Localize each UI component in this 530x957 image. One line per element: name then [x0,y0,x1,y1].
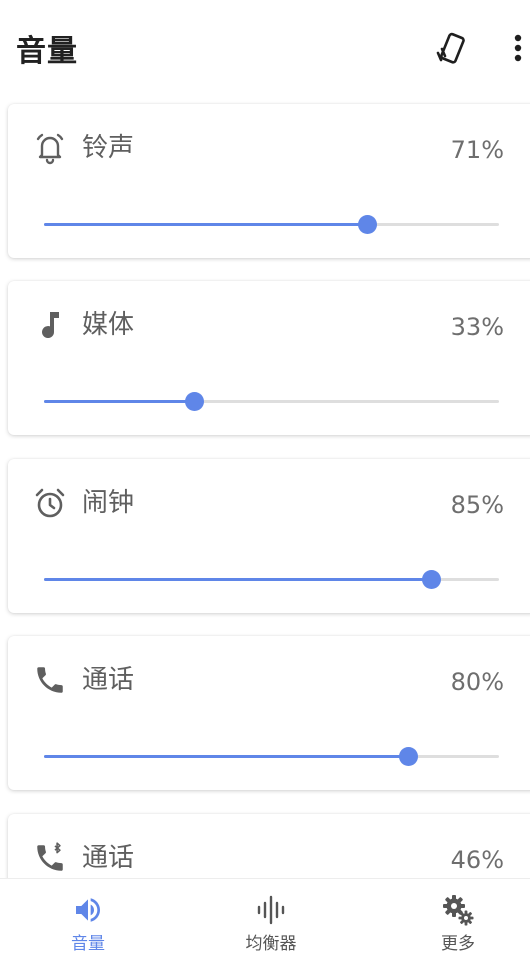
flip-phone-button[interactable] [430,26,474,70]
nav-item-volume[interactable]: 音量 [0,879,176,957]
slider-thumb[interactable] [399,747,418,766]
slider-thumb[interactable] [185,392,205,411]
slider-fill [44,223,368,226]
volume-card-alarm: 闹钟 85% [8,459,530,613]
volume-label: 闹钟 [82,488,135,518]
more-options-button[interactable] [500,26,530,70]
slider-fill [44,400,195,403]
music-note-icon [32,307,68,343]
alarm-volume-slider[interactable] [44,569,499,591]
nav-label: 更多 [441,934,475,954]
bell-icon [32,130,68,166]
page-title: 音量 [16,34,78,69]
volume-label: 通话 [82,665,135,695]
volume-card-bluetooth-call: 通话 46% [8,814,530,878]
volume-label: 通话 [82,843,135,873]
volume-card-media: 媒体 33% [8,281,530,435]
media-volume-slider[interactable] [44,391,499,413]
phone-icon [32,662,68,698]
alarm-clock-icon [32,485,68,521]
volume-percent: 85% [450,491,504,519]
slider-thumb[interactable] [421,570,441,589]
slider-fill [44,578,431,581]
equalizer-icon [255,893,287,927]
slider-fill [44,755,408,758]
nav-label: 均衡器 [245,934,297,954]
slider-thumb[interactable] [358,215,378,234]
ringtone-volume-slider[interactable] [44,214,499,236]
volume-percent: 33% [450,313,504,341]
volume-percent: 46% [450,846,504,874]
nav-item-more[interactable]: 更多 [370,879,530,957]
volume-card-call: 通话 80% [8,636,530,790]
volume-card-ringtone: 铃声 71% [8,104,530,258]
volume-icon [72,893,104,927]
app-bar: 音量 [0,0,530,94]
more-vert-icon [514,34,522,62]
nav-label: 音量 [71,934,105,954]
bluetooth-phone-icon [32,840,68,876]
settings-gears-icon [441,893,475,927]
volume-percent: 71% [450,136,504,164]
call-volume-slider[interactable] [44,746,499,768]
volume-list: 铃声 71% 媒体 33% 闹钟 85% 通话 80% 通话 46% [0,94,530,878]
bottom-navigation: 音量 均衡器 更多 [0,878,530,957]
flip-phone-icon [436,32,465,64]
volume-label: 媒体 [82,310,135,340]
nav-item-equalizer[interactable]: 均衡器 [183,879,359,957]
volume-label: 铃声 [82,133,135,163]
volume-percent: 80% [450,668,504,696]
